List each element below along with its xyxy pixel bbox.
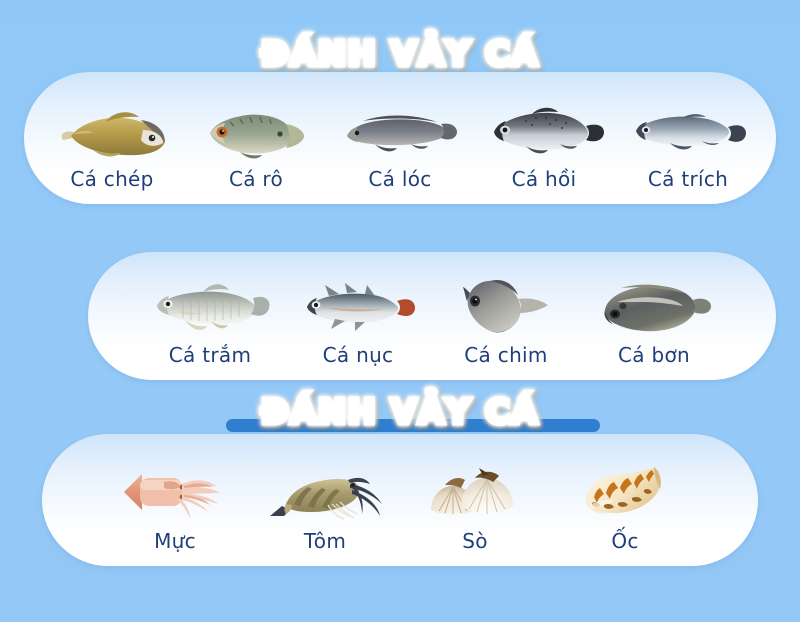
shellfish-list-row-3: Mực Tôm Sò Ốc [42, 434, 758, 566]
flounder-fish-icon [589, 270, 719, 344]
snakehead-fish-icon [335, 94, 465, 168]
section-title-top-text: ĐÁNH VẢY CÁ [260, 34, 540, 73]
carp-fish-icon [47, 94, 177, 168]
scad-fish-icon [293, 270, 423, 344]
herring-fish-icon [623, 94, 753, 168]
fish-list-row-1: Cá chép Cá rô Cá lóc Cá hồi Cá trích [24, 72, 776, 204]
fish-list-row-2: Cá trắm Cá nục Cá chim Cá bơn [88, 252, 776, 380]
list-item-label: Tôm [303, 529, 347, 553]
list-item[interactable]: Mực [100, 434, 250, 566]
list-item[interactable]: Cá bơn [580, 252, 728, 380]
section-title-bottom: ĐÁNH VẢY CÁ ĐÁNH VẢY CÁ [0, 390, 800, 434]
list-item[interactable]: Cá lóc [328, 72, 472, 204]
grass-carp-fish-icon [145, 270, 275, 344]
list-item[interactable]: Cá chim [432, 252, 580, 380]
conch-snail-icon [560, 456, 690, 530]
fish-group-card-2: Cá trắm Cá nục Cá chim Cá bơn [88, 252, 776, 380]
pomfret-fish-icon [441, 270, 571, 344]
list-item-label: Cá trích [647, 167, 729, 191]
infographic-page: ĐÁNH VẢY CÁ ĐÁNH VẢY CÁ Cá chép Cá rô Cá… [0, 0, 800, 622]
list-item-label: Cá chép [70, 167, 154, 191]
list-item-label: Cá lóc [368, 167, 432, 191]
list-item-label: Cá rô [228, 167, 284, 191]
list-item-label: Ốc [611, 529, 639, 553]
list-item-label: Cá nục [322, 343, 394, 367]
salmon-fish-icon [479, 94, 609, 168]
list-item[interactable]: Cá trắm [136, 252, 284, 380]
scallop-shell-icon [410, 456, 540, 530]
climbing-perch-fish-icon [191, 94, 321, 168]
section-title-top: ĐÁNH VẢY CÁ ĐÁNH VẢY CÁ [0, 32, 800, 76]
shellfish-group-card-3: Mực Tôm Sò Ốc [42, 434, 758, 566]
list-item[interactable]: Ốc [550, 434, 700, 566]
squid-icon [110, 456, 240, 530]
list-item-label: Cá bơn [618, 343, 690, 367]
list-item[interactable]: Cá trích [616, 72, 760, 204]
list-item[interactable]: Cá chép [40, 72, 184, 204]
list-item-label: Cá trắm [168, 343, 252, 367]
list-item[interactable]: Sò [400, 434, 550, 566]
list-item-label: Sò [462, 529, 488, 553]
list-item-label: Mực [154, 529, 196, 553]
fish-group-card-1: Cá chép Cá rô Cá lóc Cá hồi Cá trích [24, 72, 776, 204]
list-item[interactable]: Cá hồi [472, 72, 616, 204]
list-item-label: Cá hồi [511, 167, 577, 191]
list-item[interactable]: Cá rô [184, 72, 328, 204]
list-item[interactable]: Tôm [250, 434, 400, 566]
list-item-label: Cá chim [464, 343, 548, 367]
list-item[interactable]: Cá nục [284, 252, 432, 380]
section-title-bottom-text: ĐÁNH VẢY CÁ [260, 392, 540, 431]
shrimp-icon [260, 456, 390, 530]
